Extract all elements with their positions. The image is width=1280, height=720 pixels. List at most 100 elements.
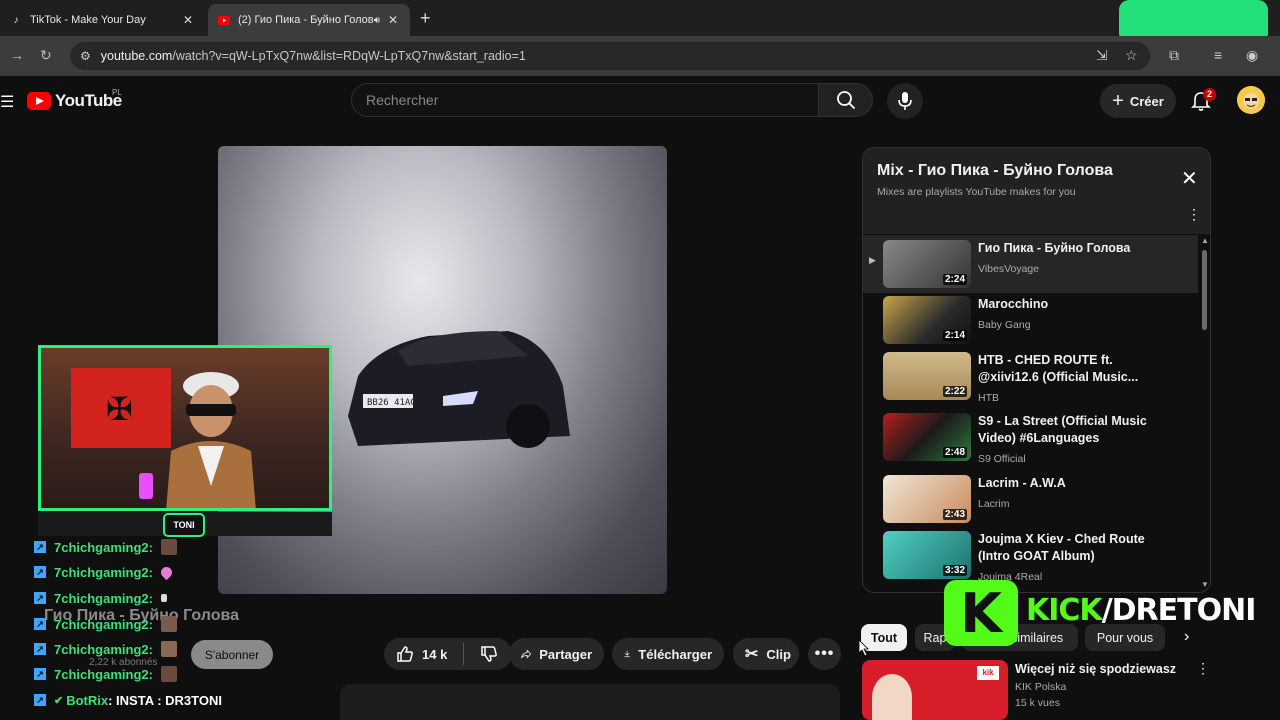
chat-message-bot: ↗ ✔ BotRix : INSTA : DR3TONI (34, 689, 222, 711)
chat-message: ↗ 7chichgaming2 : (34, 587, 167, 609)
more-vert-icon[interactable]: ⋮ (1196, 660, 1210, 677)
chat-username: 7chichgaming2 (54, 641, 149, 657)
emote-icon (158, 564, 175, 580)
playlist-item-channel: S9 Official (978, 453, 1026, 465)
chat-message: ↗ 7chichgaming2 : (34, 561, 175, 583)
browser-tab-tiktok[interactable]: ♪ TikTok - Make Your Day ✕ (0, 4, 205, 36)
close-icon[interactable]: ✕ (1181, 166, 1198, 191)
mouse-cursor-icon (859, 640, 869, 656)
more-vert-icon[interactable]: ⋮ (1187, 206, 1201, 223)
duration-badge: 2:48 (942, 447, 967, 458)
duration-badge: 2:24 (942, 274, 967, 285)
search-icon (836, 91, 855, 110)
video-thumbnail: 2:48 (883, 413, 971, 461)
youtube-play-icon (27, 92, 51, 110)
reload-icon[interactable]: ↻ (40, 47, 52, 64)
chat-username: 7chichgaming2 (54, 539, 149, 555)
new-tab-button[interactable]: + (420, 8, 431, 29)
chat-username: BotRix (66, 692, 109, 708)
playlist-item[interactable]: 2:43 Lacrim - A.W.A Lacrim (863, 470, 1198, 528)
divider (463, 643, 465, 665)
thumbs-down-icon[interactable] (480, 645, 498, 663)
rgb-light (139, 473, 153, 499)
playlist-item[interactable]: 2:48 S9 - La Street (Official Music Vide… (863, 408, 1198, 466)
forward-icon[interactable]: → (10, 47, 24, 63)
playlist-item-channel: HTB (978, 392, 999, 404)
mix-playlist-panel: Mix - Гио Пика - Буйно Голова Mixes are … (862, 147, 1211, 593)
clip-button[interactable]: ✂ Clip (733, 638, 799, 670)
chat-sep: : (148, 666, 153, 682)
emote-icon (160, 641, 177, 657)
plus-icon: + (1112, 89, 1124, 112)
playlist-subtitle: Mixes are playlists YouTube makes for yo… (877, 186, 1076, 198)
playlist-item[interactable]: ▶ 2:24 Гио Пика - Буйно Голова VibesVoya… (863, 235, 1198, 293)
media-control-icon[interactable]: ≡ (1214, 47, 1222, 63)
chat-message: ↗ 7chichgaming2 : (34, 536, 177, 558)
scroll-thumb[interactable] (1202, 250, 1207, 330)
video-thumbnail: 2:43 (883, 475, 971, 523)
now-playing-icon: ▶ (869, 255, 876, 265)
streamer-webcam: ✠ (38, 345, 332, 511)
playlist-item-title: Joujma X Kiev - Ched Route (Intro GOAT A… (978, 532, 1145, 563)
kick-badge-icon: ↗ (34, 668, 46, 680)
install-app-icon[interactable]: ⇲ (1096, 47, 1108, 64)
suggested-video-thumbnail[interactable]: kik (862, 660, 1008, 720)
profile-icon[interactable]: ◉ (1246, 47, 1258, 64)
search-input[interactable]: Rechercher (351, 83, 819, 117)
browser-tab-youtube[interactable]: (2) Гио Пика - Буйно Голова 🔊︎ ✕ (208, 4, 410, 36)
like-button[interactable]: 14 k (396, 645, 447, 663)
tab-title: (2) Гио Пика - Буйно Голова (238, 14, 374, 26)
subscribe-button[interactable]: S'abonner (191, 640, 273, 669)
scroll-up-icon[interactable]: ▲ (1201, 236, 1209, 245)
more-actions-button[interactable]: ••• (808, 638, 841, 670)
close-tab-icon[interactable]: ✕ (181, 13, 195, 27)
svg-text:BB26 41AG: BB26 41AG (367, 398, 416, 408)
emote-icon (160, 594, 167, 602)
verified-icon: ✔ (54, 694, 64, 707)
playlist-header: Mix - Гио Пика - Буйно Голова Mixes are … (863, 148, 1210, 234)
bookmark-star-icon[interactable]: ☆ (1125, 47, 1138, 64)
chat-username: 7chichgaming2 (54, 616, 149, 632)
video-thumbnail: 2:24 (883, 240, 971, 288)
share-button[interactable]: Partager (509, 638, 604, 670)
chat-text: : INSTA : DR3TONI (108, 692, 222, 708)
extensions-icon[interactable]: ⧉ (1169, 47, 1179, 64)
site-info-icon[interactable]: ⚙ (80, 49, 91, 63)
kick-badge-icon: ↗ (34, 541, 46, 553)
kick-overlay: K KICK/DRETONI (944, 580, 1280, 646)
speaker-icon[interactable]: 🔊︎ (374, 15, 380, 26)
like-dislike-group: 14 k (384, 638, 512, 670)
kick-badge-icon: ↗ (34, 592, 46, 604)
kick-brand: KICK (1026, 593, 1103, 628)
youtube-icon (218, 14, 230, 26)
voice-search-button[interactable] (887, 83, 923, 119)
playlist-item-title: HTB - CHED ROUTE ft. @xiivi12.6 (Officia… (978, 353, 1139, 384)
close-tab-icon[interactable]: ✕ (386, 13, 400, 27)
avatar[interactable] (1237, 86, 1265, 114)
video-thumbnail: 2:14 (883, 296, 971, 344)
share-icon (521, 649, 532, 659)
suggested-video-title[interactable]: Więcej niż się spodziewasz (1015, 662, 1176, 676)
clip-label: Clip (766, 646, 791, 662)
youtube-logo[interactable]: YouTube PL (27, 88, 122, 111)
address-bar[interactable]: ⚙ youtube.com/watch?v=qW-LpTxQ7nw&list=R… (70, 42, 1150, 70)
create-button[interactable]: + Créer (1100, 84, 1176, 118)
chat-username: 7chichgaming2 (54, 590, 149, 606)
url-path: /watch?v=qW-LpTxQ7nw&list=RDqW-LpTxQ7nw&… (172, 49, 526, 63)
chat-message: ↗ 7chichgaming2 : (34, 638, 177, 660)
playlist-item[interactable]: 2:14 Marocchino Baby Gang (863, 291, 1198, 349)
more-horiz-icon: ••• (814, 645, 835, 662)
webcam-tag: TONI (163, 513, 205, 537)
search-button[interactable] (818, 83, 873, 117)
playlist-item[interactable]: 2:22 HTB - CHED ROUTE ft. @xiivi12.6 (Of… (863, 347, 1198, 405)
download-button[interactable]: Télécharger (612, 638, 724, 670)
kick-logo: K (944, 580, 1018, 646)
download-icon (624, 650, 630, 658)
thumbnail-figure (872, 674, 912, 720)
playlist-scrollbar[interactable]: ▲ ▼ (1200, 236, 1209, 589)
hamburger-menu-icon[interactable]: ☰ (0, 92, 14, 112)
description-box[interactable] (340, 684, 840, 720)
kick-badge-icon: ↗ (34, 618, 46, 630)
video-frame-car: BB26 41AG (348, 331, 570, 448)
playlist-item[interactable]: 3:32 Joujma X Kiev - Ched Route (Intro G… (863, 526, 1198, 584)
